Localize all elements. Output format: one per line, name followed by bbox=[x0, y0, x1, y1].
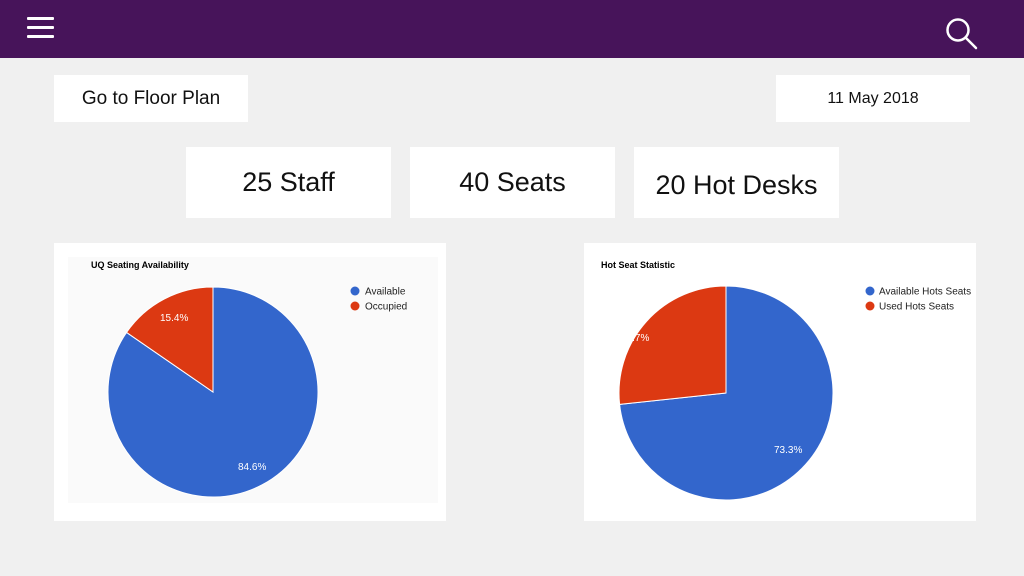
chart-title: Hot Seat Statistic bbox=[601, 260, 675, 270]
hot-seat-statistic-chart: Hot Seat Statistic Available Hots Seats … bbox=[601, 260, 971, 501]
seating-availability-panel: UQ Seating Availability Available Occupi… bbox=[54, 243, 446, 521]
date-display: 11 May 2018 bbox=[776, 75, 970, 122]
slice-label-occupied: 15.4% bbox=[160, 313, 188, 324]
seats-count-card: 40 Seats bbox=[410, 147, 615, 218]
legend-marker-available-hots-seats bbox=[865, 286, 875, 296]
legend-marker-used-hots-seats bbox=[865, 301, 875, 311]
pie-slices bbox=[107, 286, 319, 498]
legend-label-available[interactable]: Available bbox=[365, 287, 406, 298]
staff-count-card: 25 Staff bbox=[186, 147, 391, 218]
search-icon[interactable] bbox=[944, 16, 980, 50]
legend-label-occupied[interactable]: Occupied bbox=[365, 302, 407, 313]
seating-availability-chart: UQ Seating Availability Available Occupi… bbox=[68, 257, 438, 503]
legend-marker-available bbox=[350, 286, 360, 296]
slice-label-available: 84.6% bbox=[238, 462, 266, 473]
seats-count: 40 Seats bbox=[459, 167, 566, 197]
legend-label-used-hots-seats[interactable]: Used Hots Seats bbox=[879, 302, 954, 313]
hot-desks-count: 20 Hot Desks bbox=[655, 170, 818, 200]
pie-slice-used-hots-seats[interactable] bbox=[618, 285, 727, 405]
legend-marker-occupied bbox=[350, 301, 360, 311]
chart-title: UQ Seating Availability bbox=[91, 260, 189, 270]
legend-label-available-hots-seats[interactable]: Available Hots Seats bbox=[879, 287, 971, 298]
top-navigation-bar bbox=[0, 0, 1024, 58]
slice-label-used-hots-seats: 26.7% bbox=[621, 333, 649, 344]
staff-count: 25 Staff bbox=[242, 167, 335, 197]
pie-slices bbox=[618, 285, 834, 501]
hamburger-menu-icon[interactable] bbox=[27, 17, 55, 39]
hot-desks-count-card: 20 Hot Desks bbox=[634, 147, 839, 218]
hot-seat-statistic-panel: Hot Seat Statistic Available Hots Seats … bbox=[584, 243, 976, 521]
slice-label-available-hots-seats: 73.3% bbox=[774, 445, 802, 456]
go-to-floor-plan-button[interactable]: Go to Floor Plan bbox=[54, 75, 248, 122]
